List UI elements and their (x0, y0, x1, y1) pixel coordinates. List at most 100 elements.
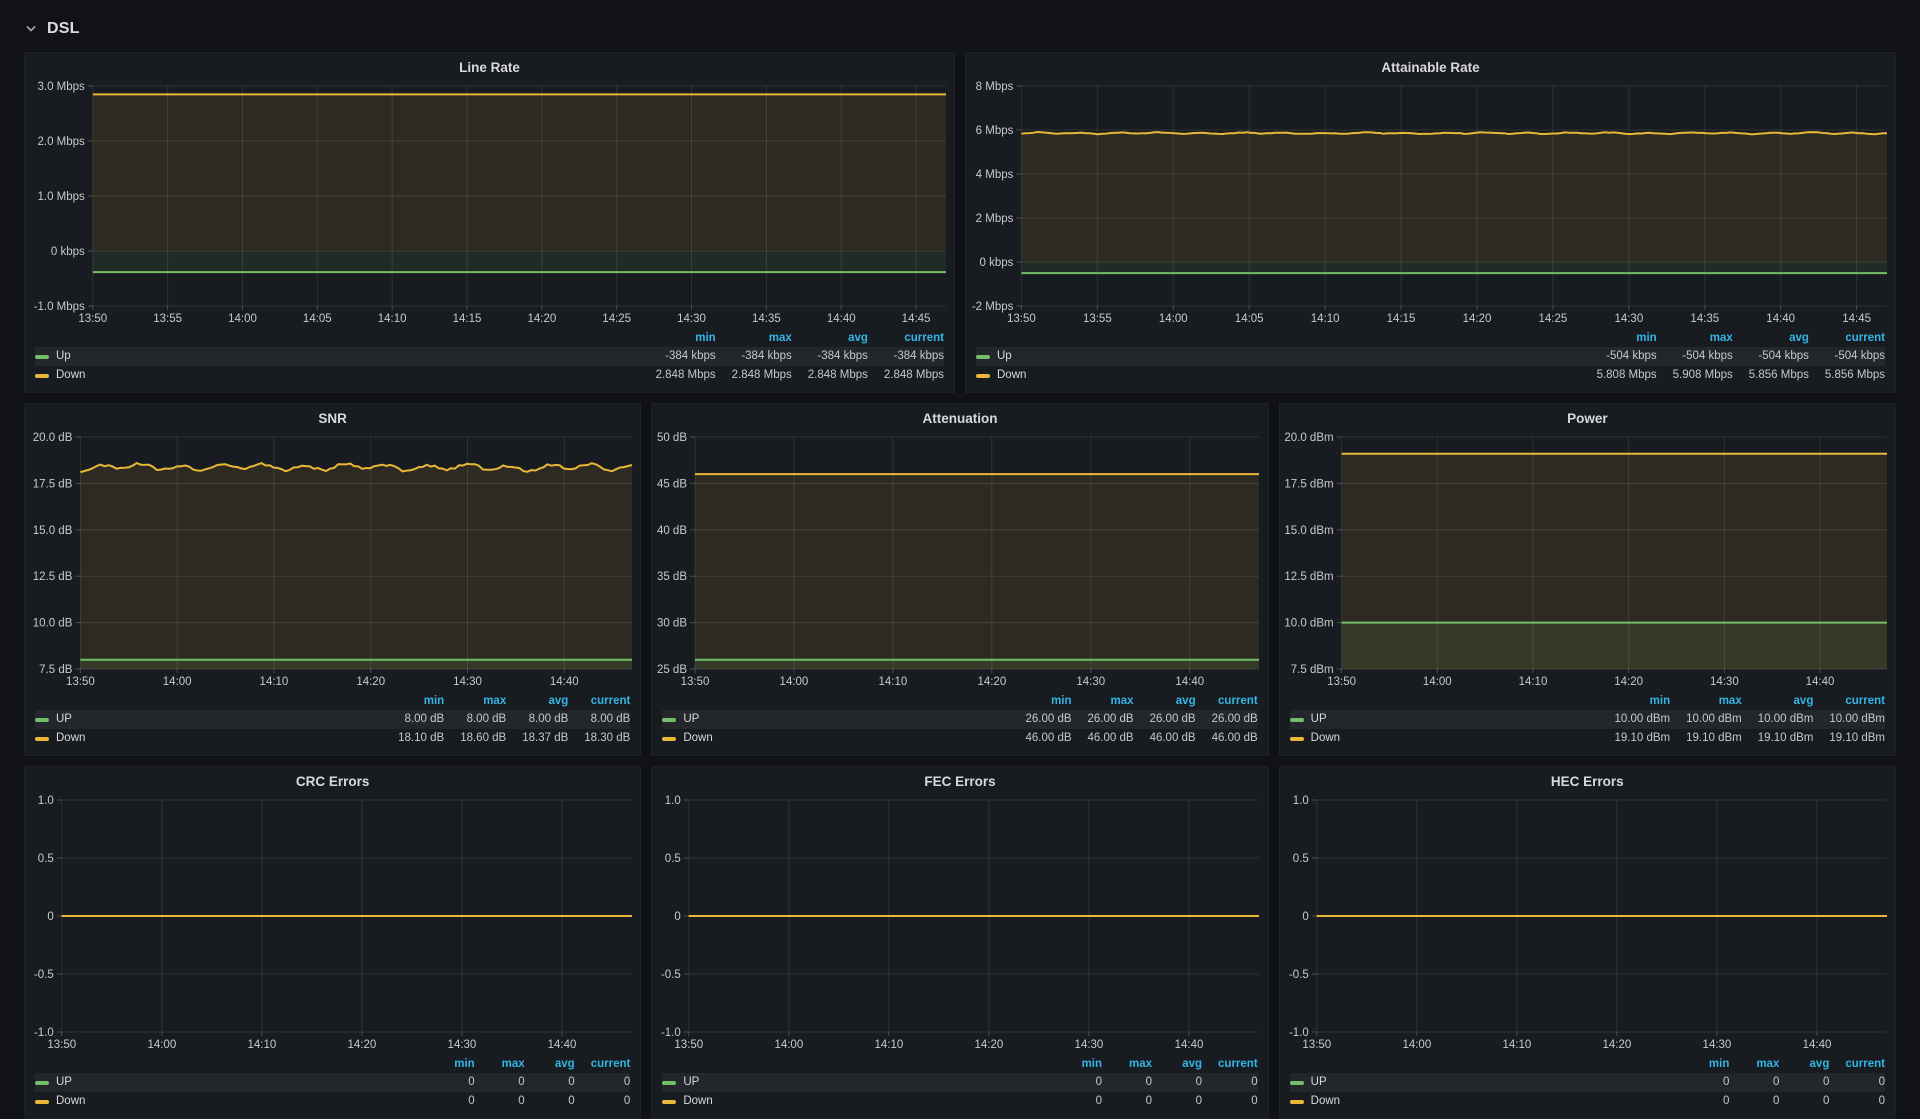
series-color-swatch[interactable] (35, 1100, 49, 1104)
legend-col-max[interactable]: max (1657, 330, 1733, 347)
legend-col-avg[interactable]: avg (792, 330, 868, 347)
legend-col-min[interactable]: min (1581, 330, 1657, 347)
legend-col-avg[interactable]: avg (1733, 330, 1809, 347)
chart-canvas[interactable]: 3.0 Mbps2.0 Mbps1.0 Mbps0 kbps-1.0 Mbps1… (25, 76, 954, 328)
legend-col-avg[interactable]: avg (1134, 693, 1196, 710)
legend-col-max[interactable]: max (1072, 693, 1134, 710)
series-color-swatch[interactable] (976, 374, 990, 378)
legend-col-min[interactable]: min (1598, 693, 1670, 710)
panel-title[interactable]: HEC Errors (1280, 767, 1895, 790)
legend-table: minmaxavgcurrentUP0000Down0000 (25, 1054, 640, 1118)
x-axis-tick-label: 14:40 (1805, 676, 1834, 688)
legend-col-min[interactable]: min (1679, 1056, 1729, 1073)
time-series-chart[interactable]: 20.0 dB17.5 dB15.0 dB12.5 dB10.0 dB7.5 d… (25, 427, 640, 691)
legend-col-max[interactable]: max (716, 330, 792, 347)
legend-value-avg: 19.10 dBm (1742, 729, 1814, 748)
legend-series-name-down[interactable]: Down (662, 1092, 1052, 1111)
legend-series-name-down[interactable]: Down (1290, 729, 1599, 748)
legend-col-min[interactable]: min (425, 1056, 475, 1073)
legend-col-current[interactable]: current (1809, 330, 1885, 347)
y-axis-tick-label: 35 dB (657, 571, 687, 583)
time-series-chart[interactable]: 1.00.50-0.5-1.013:5014:0014:1014:2014:30… (1280, 790, 1895, 1054)
y-axis-tick-label: 7.5 dB (39, 664, 73, 676)
legend-col-current[interactable]: current (868, 330, 944, 347)
series-color-swatch[interactable] (1290, 1081, 1304, 1085)
chart-canvas[interactable]: 8 Mbps6 Mbps4 Mbps2 Mbps0 kbps-2 Mbps13:… (966, 76, 1895, 328)
legend-col-min[interactable]: min (1009, 693, 1071, 710)
chart-canvas[interactable]: 20.0 dB17.5 dB15.0 dB12.5 dB10.0 dB7.5 d… (25, 427, 640, 691)
legend-col-max[interactable]: max (444, 693, 506, 710)
legend-col-avg[interactable]: avg (1742, 693, 1814, 710)
legend-series-name-up[interactable]: UP (662, 710, 1009, 729)
time-series-chart[interactable]: 3.0 Mbps2.0 Mbps1.0 Mbps0 kbps-1.0 Mbps1… (25, 76, 954, 328)
chart-canvas[interactable]: 50 dB45 dB40 dB35 dB30 dB25 dB13:5014:00… (652, 427, 1267, 691)
legend-col-max[interactable]: max (1729, 1056, 1779, 1073)
legend-series-name-up[interactable]: Up (35, 347, 640, 366)
series-color-swatch[interactable] (35, 737, 49, 741)
legend-col-avg[interactable]: avg (1779, 1056, 1829, 1073)
time-series-chart[interactable]: 20.0 dBm17.5 dBm15.0 dBm12.5 dBm10.0 dBm… (1280, 427, 1895, 691)
x-axis-tick-label: 14:40 (1802, 1039, 1831, 1051)
legend-col-min[interactable]: min (640, 330, 716, 347)
legend-col-avg[interactable]: avg (525, 1056, 575, 1073)
section-header-dsl[interactable]: DSL (24, 12, 1896, 46)
panel-title[interactable]: Line Rate (25, 53, 954, 76)
time-series-chart[interactable]: 1.00.50-0.5-1.013:5014:0014:1014:2014:30… (652, 790, 1267, 1054)
legend-value-current: 5.856 Mbps (1809, 366, 1885, 385)
series-color-swatch[interactable] (976, 355, 990, 359)
y-axis-tick-label: 3.0 Mbps (37, 81, 85, 93)
legend-col-current[interactable]: current (1813, 693, 1885, 710)
legend-series-name-down[interactable]: Down (662, 729, 1009, 748)
legend-series-name-up[interactable]: Up (976, 347, 1581, 366)
series-color-swatch[interactable] (35, 718, 49, 722)
legend-col-max[interactable]: max (1670, 693, 1742, 710)
series-color-swatch[interactable] (662, 1100, 676, 1104)
chart-canvas[interactable]: 20.0 dBm17.5 dBm15.0 dBm12.5 dBm10.0 dBm… (1280, 427, 1895, 691)
chart-canvas[interactable]: 1.00.50-0.5-1.013:5014:0014:1014:2014:30… (25, 790, 640, 1054)
legend-col-current[interactable]: current (575, 1056, 631, 1073)
panel-title[interactable]: CRC Errors (25, 767, 640, 790)
time-series-chart[interactable]: 8 Mbps6 Mbps4 Mbps2 Mbps0 kbps-2 Mbps13:… (966, 76, 1895, 328)
legend-col-min[interactable]: min (1052, 1056, 1102, 1073)
y-axis-tick-label: 1.0 (1292, 795, 1308, 807)
legend-col-current[interactable]: current (1196, 693, 1258, 710)
legend-series-name-up[interactable]: UP (35, 1073, 425, 1092)
series-color-swatch[interactable] (662, 1081, 676, 1085)
chart-canvas[interactable]: 1.00.50-0.5-1.013:5014:0014:1014:2014:30… (652, 790, 1267, 1054)
legend-series-name-down[interactable]: Down (976, 366, 1581, 385)
panel-title[interactable]: Attenuation (652, 404, 1267, 427)
series-color-swatch[interactable] (35, 374, 49, 378)
panel-title[interactable]: SNR (25, 404, 640, 427)
legend-col-current[interactable]: current (1202, 1056, 1258, 1073)
legend-series-name-down[interactable]: Down (35, 1092, 425, 1111)
series-color-swatch[interactable] (1290, 718, 1304, 722)
panel-title[interactable]: Attainable Rate (966, 53, 1895, 76)
time-series-chart[interactable]: 1.00.50-0.5-1.013:5014:0014:1014:2014:30… (25, 790, 640, 1054)
series-color-swatch[interactable] (662, 718, 676, 722)
series-color-swatch[interactable] (35, 355, 49, 359)
panel-title[interactable]: FEC Errors (652, 767, 1267, 790)
legend-series-name-up[interactable]: UP (35, 710, 382, 729)
time-series-chart[interactable]: 50 dB45 dB40 dB35 dB30 dB25 dB13:5014:00… (652, 427, 1267, 691)
legend-series-name-down[interactable]: Down (35, 366, 640, 385)
legend-col-avg[interactable]: avg (506, 693, 568, 710)
legend-col-current[interactable]: current (568, 693, 630, 710)
legend-series-name-down[interactable]: Down (1290, 1092, 1680, 1111)
legend-col-min[interactable]: min (382, 693, 444, 710)
series-color-swatch[interactable] (1290, 1100, 1304, 1104)
series-color-swatch[interactable] (35, 1081, 49, 1085)
legend-value-avg: 10.00 dBm (1742, 710, 1814, 729)
legend-series-name-down[interactable]: Down (35, 729, 382, 748)
panel-title[interactable]: Power (1280, 404, 1895, 427)
chart-canvas[interactable]: 1.00.50-0.5-1.013:5014:0014:1014:2014:30… (1280, 790, 1895, 1054)
series-color-swatch[interactable] (1290, 737, 1304, 741)
legend-col-max[interactable]: max (1102, 1056, 1152, 1073)
x-axis-tick-label: 14:10 (247, 1039, 276, 1051)
legend-col-max[interactable]: max (475, 1056, 525, 1073)
legend-col-avg[interactable]: avg (1152, 1056, 1202, 1073)
series-color-swatch[interactable] (662, 737, 676, 741)
legend-col-current[interactable]: current (1829, 1056, 1885, 1073)
legend-series-name-up[interactable]: UP (662, 1073, 1052, 1092)
legend-series-name-up[interactable]: UP (1290, 1073, 1680, 1092)
legend-series-name-up[interactable]: UP (1290, 710, 1599, 729)
